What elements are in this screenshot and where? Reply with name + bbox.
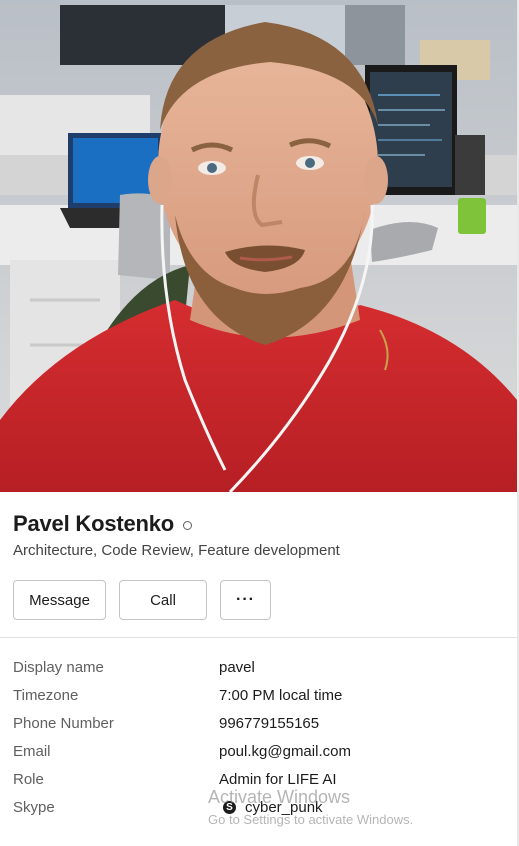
presence-away-icon xyxy=(183,520,193,530)
message-button[interactable]: Message xyxy=(13,580,106,620)
skype-label: Skype xyxy=(13,799,55,816)
phone-label: Phone Number xyxy=(13,715,114,732)
profile-title: Architecture, Code Review, Feature devel… xyxy=(13,542,340,559)
role-label: Role xyxy=(13,771,44,788)
display-name-label: Display name xyxy=(13,659,104,676)
watermark-subtitle: Go to Settings to activate Windows. xyxy=(208,812,414,827)
more-actions-button[interactable]: ··· xyxy=(220,580,271,620)
phone-value[interactable]: 996779155165 xyxy=(219,715,319,732)
role-value: Admin for LIFE AI xyxy=(219,771,337,788)
section-divider xyxy=(0,637,517,638)
profile-photo[interactable] xyxy=(0,0,517,492)
watermark-title: Activate Windows xyxy=(208,787,351,807)
email-value[interactable]: poul.kg@gmail.com xyxy=(219,743,351,760)
timezone-value: 7:00 PM local time xyxy=(219,687,343,704)
call-button[interactable]: Call xyxy=(119,580,207,620)
profile-card: Pavel Kostenko Architecture, Code Review… xyxy=(0,0,519,846)
profile-name-row: Pavel Kostenko xyxy=(13,508,193,540)
email-label: Email xyxy=(13,743,51,760)
display-name-value: pavel xyxy=(219,659,255,676)
profile-name: Pavel Kostenko xyxy=(13,511,175,536)
timezone-label: Timezone xyxy=(13,687,79,704)
profile-photo-illustration xyxy=(0,0,517,492)
